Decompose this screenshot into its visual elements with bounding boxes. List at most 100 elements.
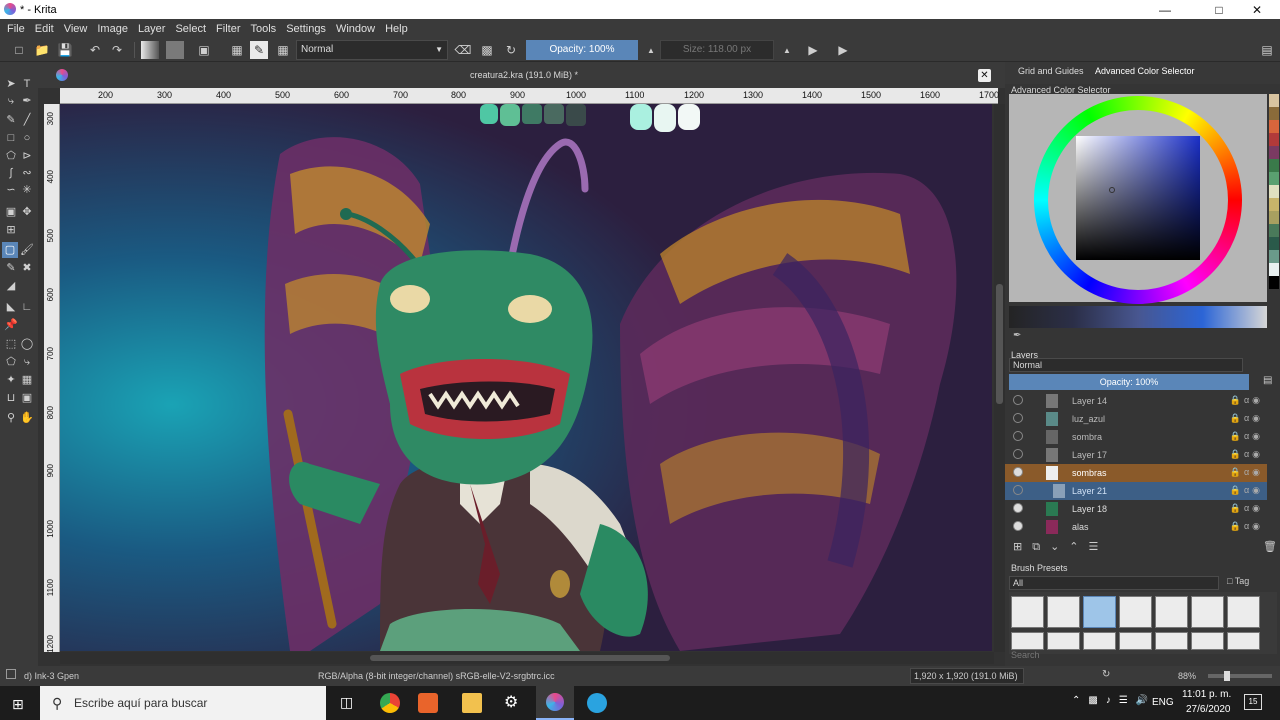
transform-tool-icon[interactable]: ▣ — [3, 204, 19, 220]
layer-row[interactable]: Layer 17 🔒α◉ — [1005, 446, 1267, 464]
layer-row[interactable]: Layer 21 🔒α◉ — [1005, 482, 1267, 500]
taskbar-search-box[interactable]: ⚲ Escribe aquí para buscar — [40, 686, 326, 720]
task-view-icon[interactable]: ◫ — [340, 694, 353, 711]
layer-properties-icon[interactable]: ▤ — [1263, 375, 1272, 386]
brush-preset[interactable] — [1083, 596, 1116, 628]
reload-preset-icon[interactable]: ↻ — [502, 41, 520, 59]
gradient-tool-icon[interactable]: ▢ — [2, 242, 18, 258]
dynamic-brush-tool-icon[interactable]: ∽ — [3, 182, 19, 198]
painting-canvas[interactable] — [60, 104, 992, 651]
clock-time[interactable]: 11:01 p. m. — [1182, 689, 1231, 700]
menu-tools[interactable]: Tools — [246, 23, 282, 35]
clock-date[interactable]: 27/6/2020 — [1186, 704, 1231, 715]
zoom-slider[interactable] — [1208, 671, 1272, 681]
redo-icon[interactable]: ↷ — [108, 41, 126, 59]
color-picker-tool-icon[interactable]: 🖌 — [19, 242, 35, 258]
palette-swatch[interactable] — [1269, 198, 1279, 211]
language-indicator[interactable]: ENG — [1152, 697, 1174, 708]
polygon-tool-icon[interactable]: ⬠ — [3, 148, 19, 164]
assistant-tool-icon[interactable]: ◣ — [3, 299, 19, 315]
layer-blend-mode-select[interactable]: Normal — [1009, 358, 1243, 372]
vertical-scrollbar[interactable] — [994, 104, 1005, 652]
size-slider[interactable]: Size: 118.00 px — [660, 40, 774, 60]
mirror-vertical-icon[interactable]: ▶ — [834, 41, 852, 59]
zoom-tool-icon[interactable]: ⚲ — [3, 410, 19, 426]
freehand-brush-tool-icon[interactable]: ✎ — [3, 112, 19, 128]
workspace-grid-icon[interactable]: ▦ — [274, 41, 292, 59]
brush-preset[interactable] — [1155, 596, 1188, 628]
layer-row[interactable]: Layer 14 🔒α◉ — [1005, 392, 1267, 410]
layer-opacity-slider[interactable]: Opacity: 100% — [1009, 374, 1249, 390]
layer-lock-alpha-icons[interactable]: 🔒α◉ — [1230, 485, 1263, 496]
bezier-tool-icon[interactable]: ∫ — [3, 165, 19, 181]
brush-preset-icon[interactable]: ✎ — [250, 41, 268, 59]
alpha-lock-icon[interactable]: ▩ — [478, 41, 496, 59]
layer-lock-alpha-icons[interactable]: 🔒α◉ — [1230, 449, 1263, 460]
rotation-reset-icon[interactable]: ↻ — [1102, 669, 1110, 680]
palette-swatch[interactable] — [1269, 94, 1279, 107]
palette-swatch[interactable] — [1269, 263, 1279, 276]
brush-preset[interactable] — [1119, 596, 1152, 628]
telegram-icon[interactable] — [587, 693, 607, 713]
text-tool-icon[interactable]: T — [19, 76, 35, 92]
visibility-icon[interactable] — [1013, 503, 1023, 513]
tab-grid-and-guides[interactable]: Grid and Guides — [1018, 66, 1084, 76]
palette-swatch[interactable] — [1269, 250, 1279, 263]
delete-layer-icon[interactable]: 🗑 — [1263, 540, 1277, 553]
bezier-selection-icon[interactable]: ⊔ — [3, 390, 19, 406]
fill-tool-icon[interactable]: ◢ — [3, 278, 19, 294]
layer-lock-alpha-icons[interactable]: 🔒α◉ — [1230, 467, 1263, 478]
palette-swatch[interactable] — [1269, 237, 1279, 250]
close-document-icon[interactable]: ✕ — [978, 69, 991, 82]
close-window-button[interactable]: ✕ — [1234, 0, 1280, 19]
brush-preset[interactable] — [1191, 632, 1224, 650]
brush-preset[interactable] — [1083, 632, 1116, 650]
layer-lock-alpha-icons[interactable]: 🔒α◉ — [1230, 395, 1263, 406]
menu-select[interactable]: Select — [170, 23, 211, 35]
line-tool-icon[interactable]: ╱ — [19, 112, 35, 128]
color-picker-small-icon[interactable]: ✒ — [1013, 330, 1021, 341]
system-tray-icons[interactable]: ⌃▩♪☰🔊 — [1072, 695, 1156, 706]
shade-selector-strip[interactable] — [1009, 306, 1267, 328]
palette-swatch[interactable] — [1269, 185, 1279, 198]
add-layer-icon[interactable]: ⊞ — [1013, 541, 1032, 553]
measure-tool-icon[interactable]: ∟ — [19, 299, 35, 315]
reference-images-tool-icon[interactable]: 📌 — [3, 317, 19, 333]
brush-filter-select[interactable]: All — [1009, 576, 1219, 590]
palette-swatch[interactable] — [1269, 224, 1279, 237]
visibility-icon[interactable] — [1013, 521, 1023, 531]
elliptical-selection-icon[interactable]: ◯ — [19, 336, 35, 352]
brush-preset[interactable] — [1047, 596, 1080, 628]
menu-edit[interactable]: Edit — [30, 23, 59, 35]
palette-swatch[interactable] — [1269, 276, 1279, 289]
chrome-icon[interactable] — [380, 693, 400, 713]
visibility-icon[interactable] — [1013, 485, 1023, 495]
multibrush-tool-icon[interactable]: ✳ — [19, 182, 35, 198]
layer-row[interactable]: Layer 18 🔒α◉ — [1005, 500, 1267, 518]
brush-preset[interactable] — [1155, 632, 1188, 650]
new-document-icon[interactable]: □ — [10, 41, 28, 59]
brush-preset[interactable] — [1227, 632, 1260, 650]
polygonal-selection-icon[interactable]: ⬠ — [3, 354, 19, 370]
brush-tag-button[interactable]: □ Tag — [1227, 576, 1249, 586]
select-shapes-tool-icon[interactable]: ➤ — [3, 76, 19, 92]
size-spin-icon[interactable]: ▲ — [778, 41, 796, 59]
move-layer-down-icon[interactable]: ⌄ — [1050, 541, 1069, 553]
layer-row[interactable]: sombra 🔒α◉ — [1005, 428, 1267, 446]
opacity-spin-icon[interactable]: ▲ — [642, 41, 660, 59]
open-document-icon[interactable]: 📁 — [33, 41, 51, 59]
layer-menu-icon[interactable]: ☰ — [1089, 541, 1109, 553]
opacity-slider[interactable]: Opacity: 100% — [526, 40, 638, 60]
media-player-icon[interactable] — [418, 693, 438, 713]
move-layer-up-icon[interactable]: ⌃ — [1069, 541, 1088, 553]
layer-lock-alpha-icons[interactable]: 🔒α◉ — [1230, 521, 1263, 532]
mirror-horizontal-icon[interactable]: ▶ — [804, 41, 822, 59]
palette-swatch[interactable] — [1269, 120, 1279, 133]
layer-lock-alpha-icons[interactable]: 🔒α◉ — [1230, 413, 1263, 424]
brush-preset[interactable] — [1119, 632, 1152, 650]
contiguous-selection-icon[interactable]: ✦ — [3, 372, 19, 388]
visibility-icon[interactable] — [1013, 431, 1023, 441]
palette-swatch[interactable] — [1269, 159, 1279, 172]
brush-preset[interactable] — [1011, 596, 1044, 628]
ellipse-tool-icon[interactable]: ○ — [19, 130, 35, 146]
